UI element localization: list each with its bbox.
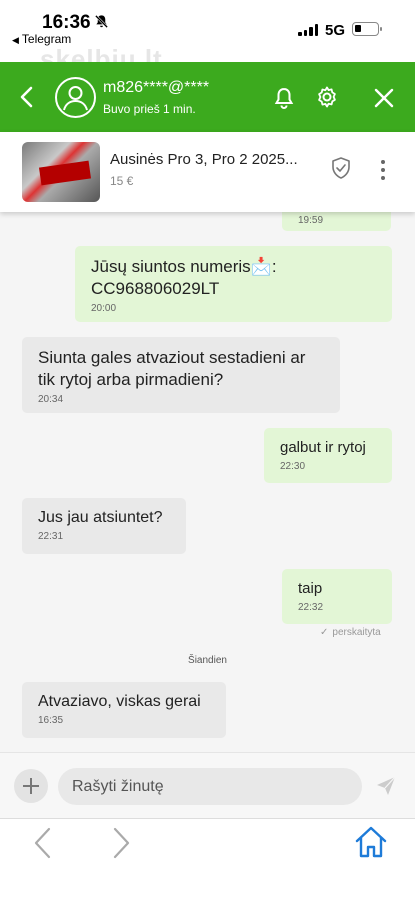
send-icon[interactable] <box>375 775 397 797</box>
listing-title[interactable]: Ausinės Pro 3, Pro 2 2025... <box>110 151 305 168</box>
message-text: Jus jau atsiuntet? <box>38 509 163 526</box>
home-icon[interactable] <box>353 824 389 860</box>
listing-thumbnail[interactable] <box>22 142 100 202</box>
add-attachment-button[interactable] <box>14 769 48 803</box>
message-time: 22:31 <box>38 531 64 542</box>
message-composer <box>0 752 415 818</box>
browser-forward-icon[interactable] <box>108 826 134 860</box>
chat-username[interactable]: m826****@**** <box>103 79 209 97</box>
bell-muted-icon <box>95 15 108 28</box>
status-time: 16:36 <box>42 12 91 33</box>
message-text: Atvaziavo, viskas gerai <box>38 693 201 710</box>
listing-price: 15 € <box>110 174 134 188</box>
shield-check-icon[interactable] <box>330 156 352 180</box>
listing-bar[interactable]: Ausinės Pro 3, Pro 2 2025... 15 € <box>0 132 415 212</box>
message-time: 22:32 <box>298 602 324 613</box>
message-time: 20:00 <box>91 303 117 314</box>
avatar[interactable] <box>55 77 96 118</box>
message-bubble[interactable]: Siunta gales atvaziout sestadieni ar tik… <box>22 337 340 413</box>
message-text: taip <box>298 580 323 597</box>
back-triangle-icon: ◀ <box>12 35 19 45</box>
more-vertical-icon[interactable] <box>379 158 387 182</box>
browser-back-icon[interactable] <box>30 826 56 860</box>
chat-header: m826****@**** Buvo prieš 1 min. <box>0 62 415 132</box>
read-receipt-label: perskaityta <box>332 627 381 638</box>
bell-icon[interactable] <box>272 86 296 110</box>
close-icon[interactable] <box>373 87 395 109</box>
signal-icon <box>298 24 318 36</box>
network-label: 5G <box>325 22 346 39</box>
read-receipt: ✓ perskaityta <box>320 627 381 638</box>
avatar-icon <box>63 86 88 111</box>
message-time: 16:35 <box>38 715 64 726</box>
browser-toolbar <box>0 818 415 900</box>
message-time: 20:34 <box>38 394 64 405</box>
thumbnail-sale-tag <box>38 160 92 186</box>
check-icon: ✓ <box>320 627 329 638</box>
message-text: Siunta gales atvaziout sestadieni ar tik… <box>38 348 306 389</box>
message-time: 19:59 <box>298 215 324 226</box>
message-text: Jūsų siuntos numeris📩: CC968806029LT <box>91 257 277 298</box>
message-bubble[interactable]: Jus jau atsiuntet? 22:31 <box>22 498 186 554</box>
message-bubble[interactable]: galbut ir rytoj 22:30 <box>264 428 392 483</box>
message-list[interactable]: 19:59 Jūsų siuntos numeris📩: CC968806029… <box>0 212 415 752</box>
message-time: 22:30 <box>280 461 306 472</box>
chevron-left-icon[interactable] <box>16 84 38 110</box>
message-input[interactable] <box>58 768 362 805</box>
last-seen-status: Buvo prieš 1 min. <box>103 102 196 116</box>
message-bubble[interactable]: Atvaziavo, viskas gerai 16:35 <box>22 682 226 738</box>
status-bar: 16:36 ◀ Telegram 5G skelbiu.lt <box>0 0 415 74</box>
message-bubble[interactable]: Jūsų siuntos numeris📩: CC968806029LT 20:… <box>75 246 392 322</box>
message-bubble[interactable]: taip 22:32 <box>282 569 392 624</box>
gear-icon[interactable] <box>315 85 339 109</box>
day-separator: Šiandien <box>188 655 227 666</box>
message-text: galbut ir rytoj <box>280 439 366 456</box>
message-bubble[interactable]: 19:59 <box>282 212 391 231</box>
battery-icon <box>352 22 382 36</box>
